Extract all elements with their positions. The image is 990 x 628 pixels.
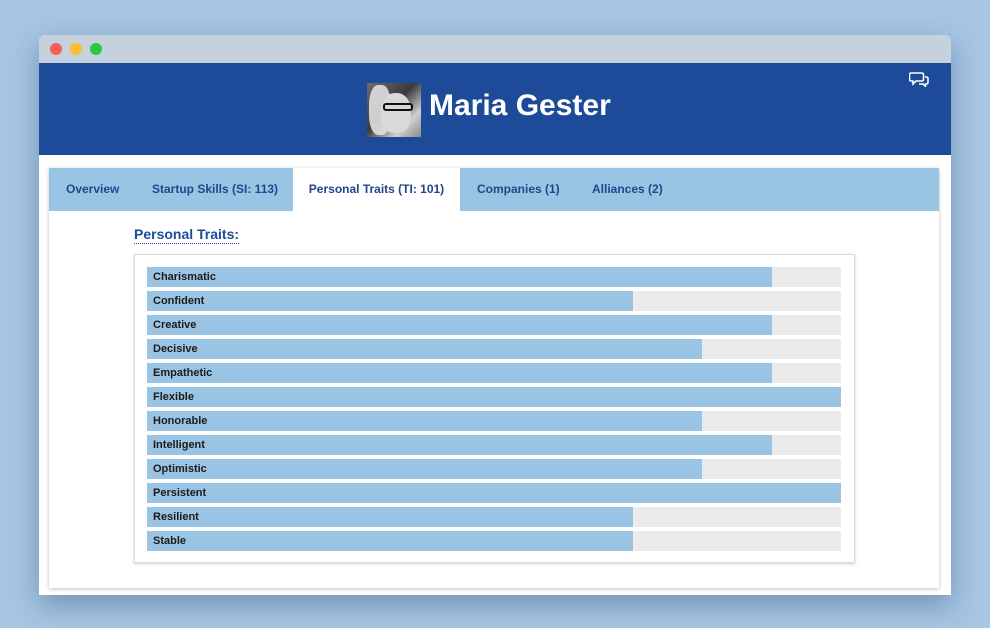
browser-window: Maria Gester Overview Startup Skills (SI… bbox=[39, 35, 951, 595]
trait-label: Resilient bbox=[153, 511, 199, 523]
trait-label: Persistent bbox=[153, 487, 207, 499]
window-titlebar bbox=[39, 35, 951, 63]
trait-label: Decisive bbox=[153, 343, 198, 355]
traits-panel: Charismatic Confident Creative Decisive Empa… bbox=[134, 254, 855, 563]
trait-label: Stable bbox=[153, 535, 187, 547]
trait-bar-fill bbox=[147, 267, 772, 287]
trait-bar-fill bbox=[147, 387, 841, 407]
avatar bbox=[367, 83, 421, 137]
tab-startup-skills[interactable]: Startup Skills (SI: 113) bbox=[152, 168, 278, 211]
profile-header: Maria Gester bbox=[39, 63, 951, 155]
trait-bar-persistent: Persistent bbox=[147, 483, 841, 503]
chat-bubbles-icon[interactable] bbox=[909, 71, 929, 87]
maximize-window-button[interactable] bbox=[90, 43, 102, 55]
trait-bar-empathetic: Empathetic bbox=[147, 363, 841, 383]
tab-personal-traits[interactable]: Personal Traits (TI: 101) bbox=[293, 168, 460, 211]
trait-label: Confident bbox=[153, 295, 205, 307]
trait-bar-confident: Confident bbox=[147, 291, 841, 311]
trait-bar-decisive: Decisive bbox=[147, 339, 841, 359]
trait-bar-fill bbox=[147, 531, 633, 551]
trait-bar-optimistic: Optimistic bbox=[147, 459, 841, 479]
trait-bar-flexible: Flexible bbox=[147, 387, 841, 407]
trait-bar-fill bbox=[147, 411, 703, 431]
tab-companies[interactable]: Companies (1) bbox=[477, 168, 560, 211]
trait-bar-fill bbox=[147, 507, 633, 527]
trait-bar-fill bbox=[147, 459, 703, 479]
trait-bar-resilient: Resilient bbox=[147, 507, 841, 527]
trait-bar-fill bbox=[147, 339, 703, 359]
trait-bar-fill bbox=[147, 435, 772, 455]
trait-bar-stable: Stable bbox=[147, 531, 841, 551]
minimize-window-button[interactable] bbox=[70, 43, 82, 55]
profile-name: Maria Gester bbox=[429, 89, 611, 122]
trait-bar-fill bbox=[147, 291, 633, 311]
trait-bar-fill bbox=[147, 363, 772, 383]
trait-label: Empathetic bbox=[153, 367, 213, 379]
trait-bar-creative: Creative bbox=[147, 315, 841, 335]
traits-list: Charismatic Confident Creative Decisive Empa… bbox=[147, 267, 841, 555]
trait-label: Charismatic bbox=[153, 271, 216, 283]
tab-overview[interactable]: Overview bbox=[66, 168, 119, 211]
trait-label: Flexible bbox=[153, 391, 194, 403]
trait-label: Creative bbox=[153, 319, 197, 331]
trait-bar-intelligent: Intelligent bbox=[147, 435, 841, 455]
tab-bar: Overview Startup Skills (SI: 113) Person… bbox=[49, 168, 939, 211]
profile-content: Overview Startup Skills (SI: 113) Person… bbox=[49, 168, 939, 588]
tab-alliances[interactable]: Alliances (2) bbox=[592, 168, 663, 211]
trait-label: Optimistic bbox=[153, 463, 207, 475]
trait-bar-honorable: Honorable bbox=[147, 411, 841, 431]
trait-label: Intelligent bbox=[153, 439, 205, 451]
trait-bar-charismatic: Charismatic bbox=[147, 267, 841, 287]
close-window-button[interactable] bbox=[50, 43, 62, 55]
section-title: Personal Traits: bbox=[134, 226, 240, 244]
trait-bar-fill bbox=[147, 315, 772, 335]
trait-bar-fill bbox=[147, 483, 841, 503]
trait-label: Honorable bbox=[153, 415, 208, 427]
